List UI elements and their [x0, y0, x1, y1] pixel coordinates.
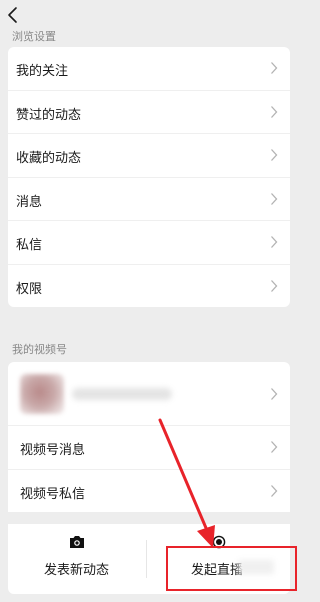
chevron-right-icon [270, 235, 278, 249]
section-title-browse: 浏览设置 [12, 31, 56, 43]
settings-item-liked[interactable]: 赞过的动态 [8, 91, 290, 134]
channels-card: 视频号消息 视频号私信 [8, 362, 290, 512]
settings-item-following[interactable]: 我的关注 [8, 47, 290, 91]
settings-item-label: 收藏的动态 [16, 150, 82, 165]
back-button[interactable] [4, 4, 24, 26]
settings-item-favorites[interactable]: 收藏的动态 [8, 134, 290, 178]
post-new-update-button[interactable]: 发表新动态 [44, 559, 109, 578]
settings-item-label: 赞过的动态 [16, 106, 82, 122]
chevron-right-icon [270, 105, 278, 119]
browse-settings-card: 我的关注 赞过的动态 收藏的动态 消息 私信 权限 [8, 47, 290, 307]
camera-icon[interactable] [69, 535, 85, 549]
avatar [20, 374, 64, 414]
channel-name-redacted [72, 388, 172, 400]
back-arrow-icon [8, 7, 17, 23]
chevron-right-icon [270, 148, 278, 162]
settings-item-label: 消息 [16, 193, 43, 209]
settings-item-label: 权限 [16, 280, 43, 296]
section-title-channels: 我的视频号 [12, 344, 67, 356]
channel-profile-row[interactable] [8, 362, 290, 426]
settings-item-label: 私信 [16, 237, 43, 252]
settings-item-label: 我的关注 [16, 63, 69, 78]
settings-item-private-messages[interactable]: 私信 [8, 221, 290, 265]
channel-item-label: 视频号私信 [20, 485, 86, 501]
chevron-right-icon [270, 387, 278, 401]
highlight-box [166, 546, 297, 591]
channel-item-label: 视频号消息 [20, 442, 86, 457]
channel-item-messages[interactable]: 视频号消息 [8, 426, 290, 470]
chevron-right-icon [270, 484, 278, 498]
settings-item-messages[interactable]: 消息 [8, 178, 290, 221]
chevron-right-icon [270, 279, 278, 293]
top-bar [0, 0, 314, 30]
chevron-right-icon [270, 192, 278, 206]
chevron-right-icon [270, 61, 278, 75]
action-divider [146, 540, 147, 578]
channel-item-private-messages[interactable]: 视频号私信 [8, 470, 290, 513]
settings-item-permissions[interactable]: 权限 [8, 265, 290, 308]
chevron-right-icon [270, 440, 278, 454]
